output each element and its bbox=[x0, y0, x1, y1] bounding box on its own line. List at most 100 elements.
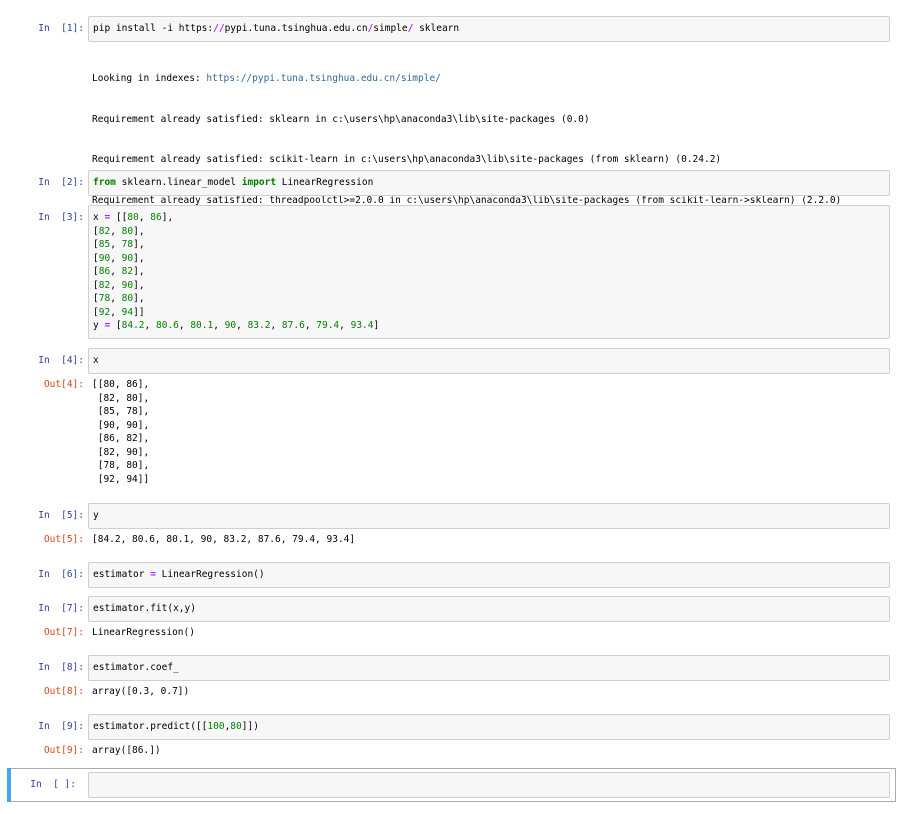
code-token: 80 bbox=[121, 293, 134, 304]
code-token: 80.1 bbox=[190, 320, 214, 331]
output-prompt: Out[7]: bbox=[43, 627, 84, 638]
code-token: import bbox=[241, 177, 277, 188]
code-token: 85 bbox=[98, 239, 111, 250]
code-token: , bbox=[110, 239, 122, 250]
code-token: LinearRegression() bbox=[155, 569, 265, 580]
output-prompt: Out[9]: bbox=[43, 745, 84, 756]
code-token: 80 bbox=[121, 225, 134, 237]
code-input[interactable]: estimator.coef_ bbox=[88, 655, 890, 681]
code-token: x bbox=[93, 212, 105, 223]
code-token: simple bbox=[373, 23, 408, 34]
code-token: ], bbox=[133, 279, 145, 291]
input-prompt: In [5]: bbox=[38, 510, 84, 521]
code-input[interactable]: estimator.predict([[100,80]]) bbox=[88, 714, 890, 740]
code-token: LinearRegression bbox=[276, 177, 374, 188]
code-token: Requirement already satisfied: threadpoo… bbox=[92, 194, 842, 206]
code-token: https://pypi.tuna.tsinghua.edu.cn/simple… bbox=[206, 73, 441, 84]
code-token: estimator bbox=[93, 569, 151, 580]
code-line: [85, 78], bbox=[93, 238, 885, 252]
code-token: ], bbox=[133, 225, 145, 237]
code-token: ], bbox=[133, 252, 145, 264]
execute-result: array([86.]) bbox=[92, 745, 161, 756]
code-line: estimator.coef_ bbox=[93, 661, 885, 675]
code-line: estimator.fit(x,y) bbox=[93, 602, 885, 616]
code-token: sklearn.linear_model bbox=[115, 177, 242, 188]
input-prompt: In [ ]: bbox=[30, 779, 76, 790]
code-token: y bbox=[93, 510, 99, 521]
code-token: , bbox=[339, 320, 351, 331]
code-token: ], bbox=[133, 239, 145, 250]
code-token: 100 bbox=[207, 721, 225, 732]
code-input[interactable]: estimator.fit(x,y) bbox=[88, 596, 890, 622]
code-token: , bbox=[270, 320, 282, 331]
code-token: , bbox=[110, 266, 122, 277]
code-token: Looking in indexes: bbox=[92, 73, 207, 84]
code-token: 82 bbox=[121, 266, 134, 277]
code-token: estimator.predict([[ bbox=[93, 721, 208, 732]
code-token: 86 bbox=[98, 266, 111, 277]
output-prompt: Out[5]: bbox=[43, 534, 84, 545]
code-token: Requirement already satisfied: scikit-le… bbox=[92, 154, 722, 165]
code-token: 86 bbox=[150, 212, 162, 223]
execute-result: array([0.3, 0.7]) bbox=[92, 686, 190, 697]
code-token: , bbox=[138, 212, 151, 223]
code-line: y bbox=[93, 509, 885, 523]
code-token: y bbox=[93, 320, 105, 331]
code-token: sklearn bbox=[413, 23, 460, 34]
code-token: 87.6 bbox=[281, 320, 305, 331]
code-token: , bbox=[144, 320, 156, 331]
code-line: [78, 80], bbox=[93, 292, 885, 306]
code-token: [ bbox=[110, 320, 122, 331]
output-line: Requirement already satisfied: sklearn i… bbox=[92, 113, 890, 127]
code-line: y = [84.2, 80.6, 80.1, 90, 83.2, 87.6, 7… bbox=[93, 319, 885, 333]
input-prompt: In [6]: bbox=[38, 569, 84, 580]
input-prompt: In [1]: bbox=[38, 23, 84, 34]
code-token: from bbox=[93, 177, 116, 188]
code-line: estimator = LinearRegression() bbox=[93, 568, 885, 582]
code-token: estimator.coef_ bbox=[93, 662, 179, 673]
code-input[interactable]: y bbox=[88, 503, 890, 529]
code-line: from sklearn.linear_model import LinearR… bbox=[93, 176, 885, 190]
input-prompt: In [3]: bbox=[38, 212, 84, 223]
code-token: pypi.tuna.tsinghua.edu.cn bbox=[224, 23, 368, 34]
code-line: pip install -i https://pypi.tuna.tsinghu… bbox=[93, 22, 885, 36]
code-token: , bbox=[304, 320, 317, 331]
code-token: 93.4 bbox=[350, 320, 374, 331]
execute-result: [[80, 86], [82, 80], [85, 78], [90, 90],… bbox=[92, 379, 150, 485]
code-input[interactable]: from sklearn.linear_model import LinearR… bbox=[88, 170, 890, 196]
code-input[interactable]: estimator = LinearRegression() bbox=[88, 562, 890, 588]
output-line: Looking in indexes: https://pypi.tuna.ts… bbox=[92, 72, 890, 86]
code-token: ]] bbox=[133, 306, 145, 318]
code-token: , bbox=[110, 306, 122, 318]
code-input[interactable] bbox=[88, 772, 890, 798]
code-line: [92, 94]] bbox=[93, 306, 885, 320]
code-input[interactable]: x = [[80, 86], [82, 80], [85, 78], [90, … bbox=[88, 205, 890, 339]
code-token: 78 bbox=[121, 239, 134, 250]
code-token: ], bbox=[133, 266, 145, 277]
code-token: 80 bbox=[127, 212, 139, 223]
code-token: , bbox=[110, 293, 122, 304]
code-token: 80 bbox=[230, 721, 242, 732]
code-token: pip install -i https: bbox=[93, 23, 214, 34]
code-line: [90, 90], bbox=[93, 252, 885, 266]
code-token: 90 bbox=[121, 279, 134, 291]
code-token: ], bbox=[161, 212, 174, 223]
code-token: [[ bbox=[110, 212, 128, 223]
code-token: 90 bbox=[224, 320, 237, 331]
code-token: Requirement already satisfied: sklearn i… bbox=[92, 113, 590, 125]
code-token: 79.4 bbox=[316, 320, 340, 331]
output-line: Requirement already satisfied: scikit-le… bbox=[92, 153, 890, 167]
code-line: x = [[80, 86], bbox=[93, 211, 885, 225]
code-token: , bbox=[236, 320, 248, 331]
input-prompt: In [2]: bbox=[38, 177, 84, 188]
code-token: 83.2 bbox=[247, 320, 271, 331]
code-token: ]]) bbox=[241, 721, 259, 732]
output-prompt: Out[8]: bbox=[43, 686, 84, 697]
code-token: x bbox=[93, 355, 99, 366]
code-input[interactable]: x bbox=[88, 348, 890, 374]
input-prompt: In [4]: bbox=[38, 355, 84, 366]
code-input[interactable]: pip install -i https://pypi.tuna.tsinghu… bbox=[88, 16, 890, 42]
code-token: 94 bbox=[121, 306, 134, 318]
code-line: estimator.predict([[100,80]]) bbox=[93, 720, 885, 734]
